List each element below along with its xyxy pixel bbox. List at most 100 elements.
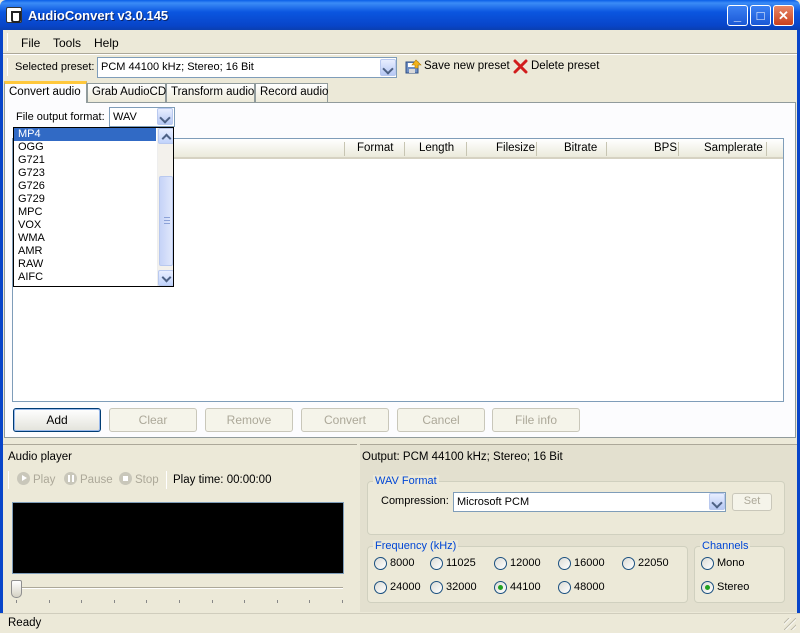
seek-slider-thumb[interactable] — [11, 580, 22, 598]
play-time-label: Play time: — [173, 474, 224, 486]
minimize-button[interactable]: _ — [727, 5, 748, 26]
format-option[interactable]: WMA — [14, 232, 156, 245]
tab-record-audio[interactable]: Record audio — [255, 83, 328, 102]
frequency-radio-8000[interactable] — [374, 557, 387, 570]
maximize-button[interactable]: □ — [750, 5, 771, 26]
format-option[interactable]: OGG — [14, 141, 156, 154]
frequency-group — [367, 546, 688, 603]
stop-button[interactable]: Stop — [119, 472, 159, 486]
frequency-label[interactable]: 24000 — [390, 581, 421, 593]
scroll-thumb[interactable] — [159, 176, 173, 266]
frequency-label[interactable]: 16000 — [574, 557, 605, 569]
frequency-radio-24000[interactable] — [374, 581, 387, 594]
frequency-label[interactable]: 11025 — [446, 557, 476, 569]
output-format-dropdown-button[interactable] — [157, 108, 173, 125]
slider-tick — [342, 600, 343, 603]
frequency-label[interactable]: 12000 — [510, 557, 541, 569]
set-button[interactable]: Set — [732, 493, 772, 511]
compression-dropdown-button[interactable] — [709, 493, 725, 510]
format-option[interactable]: VOX — [14, 219, 156, 232]
pause-button[interactable]: Pause — [64, 472, 113, 486]
output-summary: Output: PCM 44100 kHz; Stereo; 16 Bit — [362, 451, 563, 463]
app-icon — [6, 7, 22, 23]
frequency-label[interactable]: 8000 — [390, 557, 414, 569]
compression-select[interactable]: Microsoft PCM — [453, 492, 726, 512]
tab-grab-audiocd[interactable]: Grab AudioCD — [87, 83, 166, 102]
format-option[interactable]: G729 — [14, 193, 156, 206]
column-filesize[interactable]: Filesize — [496, 139, 535, 159]
frequency-radio-11025[interactable] — [430, 557, 443, 570]
frequency-radio-32000[interactable] — [430, 581, 443, 594]
slider-tick — [179, 600, 180, 603]
scroll-down-arrow-icon[interactable] — [158, 270, 173, 286]
resize-grip-icon[interactable] — [784, 618, 796, 630]
save-preset-icon[interactable] — [405, 59, 422, 75]
column-format[interactable]: Format — [357, 139, 393, 159]
clear-button[interactable]: Clear — [109, 408, 197, 432]
close-button[interactable]: ✕ — [773, 5, 794, 26]
delete-preset-icon[interactable] — [513, 59, 528, 74]
window-title: AudioConvert v3.0.145 — [28, 8, 169, 23]
menu-help[interactable]: Help — [88, 35, 125, 51]
menu-file[interactable]: File — [15, 35, 46, 51]
seek-slider-track[interactable] — [13, 587, 343, 589]
column-separator — [766, 142, 767, 156]
frequency-radio-16000[interactable] — [558, 557, 571, 570]
slider-tick — [244, 600, 246, 603]
preset-select[interactable]: PCM 44100 kHz; Stereo; 16 Bit — [97, 57, 397, 78]
frequency-label[interactable]: 22050 — [638, 557, 669, 569]
format-option[interactable]: G721 — [14, 154, 156, 167]
menu-tools[interactable]: Tools — [47, 35, 87, 51]
output-format-label: File output format: — [16, 111, 105, 123]
format-option[interactable]: G723 — [14, 167, 156, 180]
frequency-radio-12000[interactable] — [494, 557, 507, 570]
scroll-up-arrow-icon[interactable] — [158, 128, 173, 144]
column-bitrate[interactable]: Bitrate — [564, 139, 597, 159]
frequency-label[interactable]: 48000 — [574, 581, 605, 593]
format-option[interactable]: MPC — [14, 206, 156, 219]
frequency-label[interactable]: 32000 — [446, 581, 477, 593]
format-option[interactable]: RAW — [14, 258, 156, 271]
wav-format-title: WAV Format — [373, 475, 439, 487]
format-option[interactable]: AIFC — [14, 271, 156, 284]
status-text: Ready — [8, 617, 42, 629]
play-icon — [17, 472, 30, 485]
channel-radio-stereo[interactable] — [701, 581, 714, 594]
delete-preset-button[interactable]: Delete preset — [531, 60, 599, 72]
play-button[interactable]: Play — [17, 472, 55, 486]
channel-label[interactable]: Mono — [717, 557, 745, 569]
file-info-button[interactable]: File info — [492, 408, 580, 432]
tab-transform-audio[interactable]: Transform audio — [166, 83, 255, 102]
menu-grip — [7, 33, 8, 51]
format-option[interactable]: MP4 — [14, 128, 156, 141]
format-toolbar-grip — [8, 109, 9, 125]
slider-tick — [276, 600, 278, 603]
tab-convert-audio[interactable]: Convert audio — [4, 81, 87, 103]
play-time-value: 00:00:00 — [226, 474, 272, 486]
format-option[interactable]: G726 — [14, 180, 156, 193]
stop-label: Stop — [135, 474, 159, 486]
frequency-radio-22050[interactable] — [622, 557, 635, 570]
format-option[interactable]: AMR — [14, 245, 156, 258]
save-preset-button[interactable]: Save new preset — [424, 60, 510, 72]
player-toolbar-grip — [8, 471, 9, 489]
output-format-dropdown-list[interactable]: MP4 OGG G721 G723 G726 G729 MPC VOX WMA AMR RAW AIF… — [13, 127, 174, 287]
preset-dropdown-button[interactable] — [380, 59, 396, 76]
column-bps[interactable]: BPS — [654, 139, 677, 159]
channel-radio-mono[interactable] — [701, 557, 714, 570]
column-length[interactable]: Length — [419, 139, 454, 159]
dropdown-scrollbar[interactable] — [157, 128, 173, 286]
frequency-label[interactable]: 44100 — [510, 581, 541, 593]
cancel-button[interactable]: Cancel — [397, 408, 485, 432]
convert-button[interactable]: Convert — [301, 408, 389, 432]
column-samplerate[interactable]: Samplerate — [704, 139, 763, 159]
toolbar-grip — [7, 58, 8, 76]
remove-button[interactable]: Remove — [205, 408, 293, 432]
channel-label[interactable]: Stereo — [717, 581, 749, 593]
add-button[interactable]: Add — [13, 408, 101, 432]
frequency-radio-48000[interactable] — [558, 581, 571, 594]
frequency-radio-44100[interactable] — [494, 581, 507, 594]
slider-tick — [211, 600, 213, 603]
status-bar: Ready — [0, 613, 800, 633]
slider-tick — [146, 600, 148, 603]
